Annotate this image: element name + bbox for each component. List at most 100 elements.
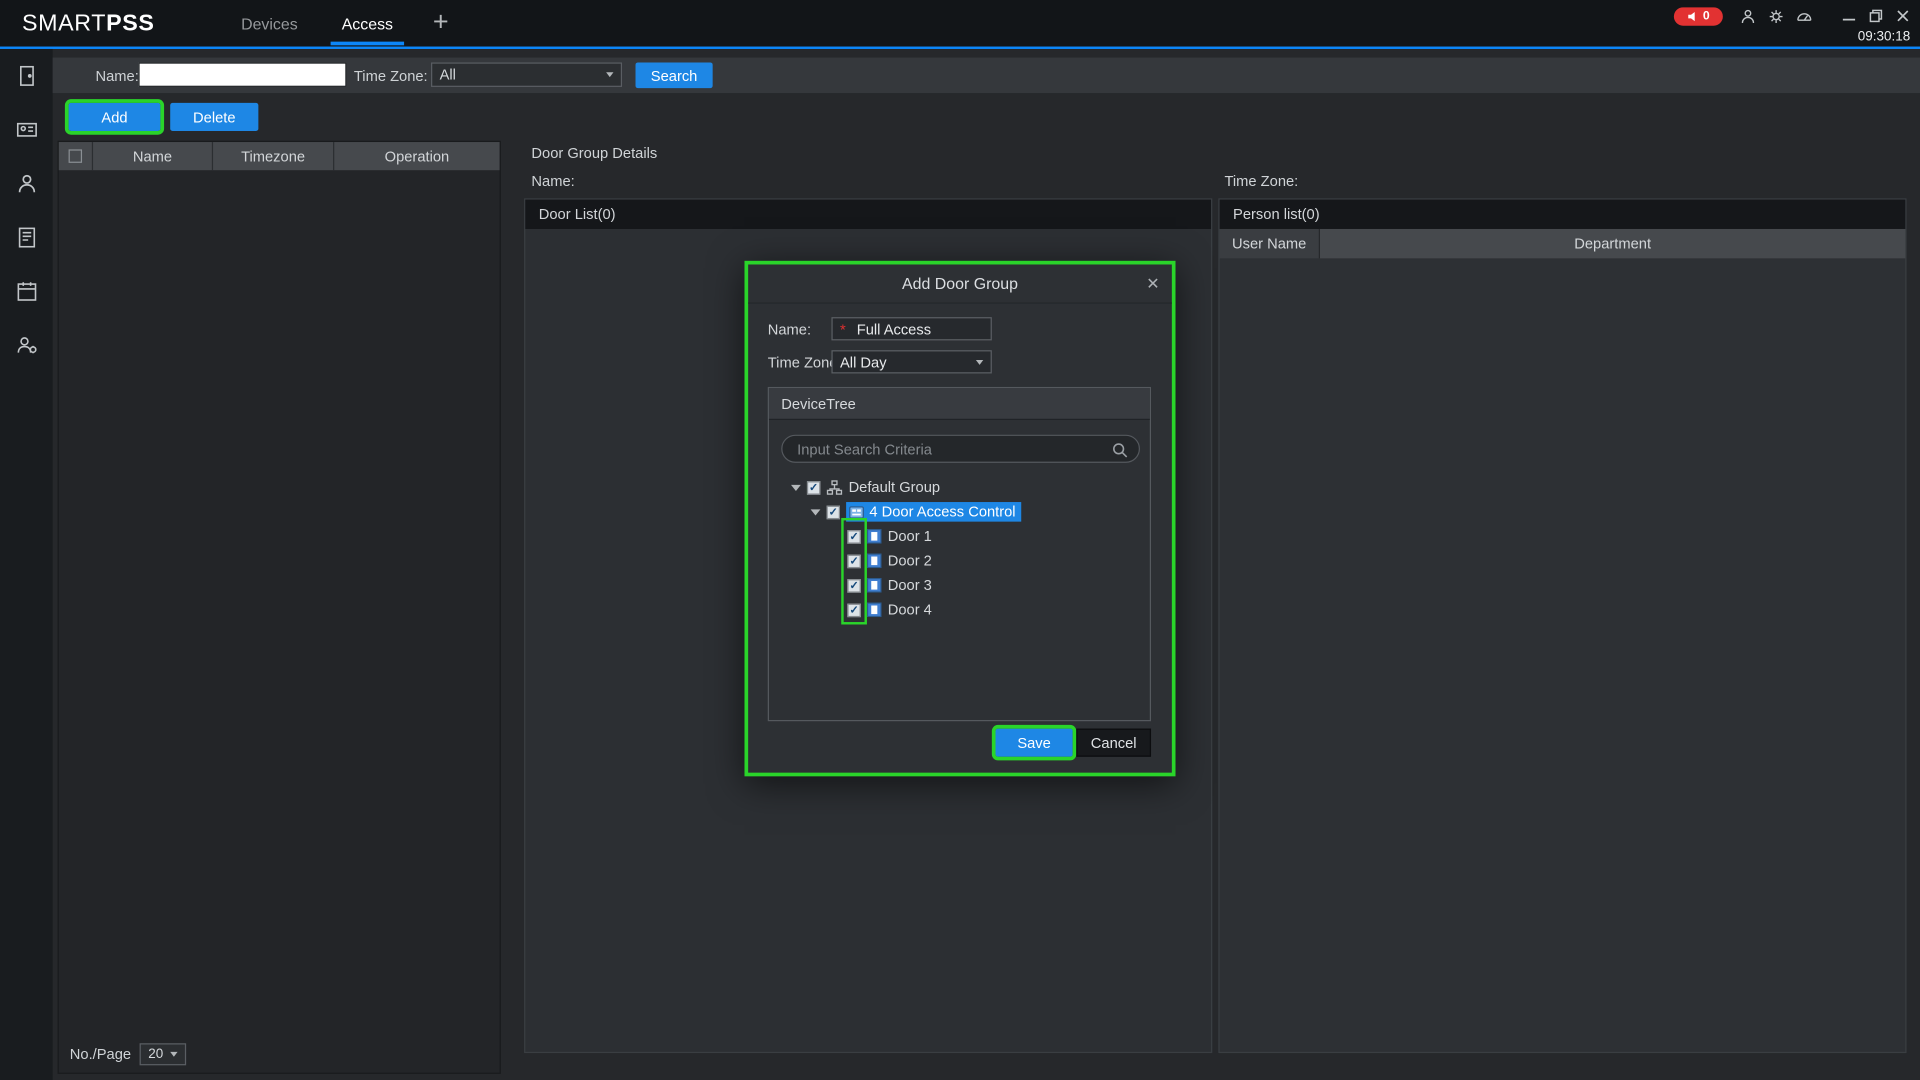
column-header-operation: Operation	[334, 142, 499, 170]
door-checkbox[interactable]	[847, 530, 860, 543]
tree-row-door[interactable]: Door 1	[769, 524, 1150, 548]
save-button[interactable]: Save	[996, 729, 1073, 757]
speaker-icon	[1687, 11, 1698, 22]
dialog-titlebar: Add Door Group ✕	[748, 264, 1172, 303]
tab-devices[interactable]: Devices	[233, 7, 306, 45]
sidebar-item-permission[interactable]	[0, 318, 53, 372]
user-settings-icon	[14, 333, 38, 357]
column-header-username: User Name	[1220, 229, 1320, 258]
delete-button[interactable]: Delete	[170, 103, 258, 131]
column-header-department: Department	[1320, 229, 1905, 258]
tree-door-label[interactable]: Door 2	[888, 552, 932, 569]
person-list-panel: Person list(0) User Name Department	[1218, 198, 1906, 1053]
device-tree-title: DeviceTree	[769, 388, 1150, 420]
org-group-icon	[827, 479, 843, 495]
logo-smart: SMART	[22, 11, 106, 37]
search-button[interactable]: Search	[636, 62, 713, 88]
section-title: Door Group Details	[531, 144, 657, 161]
door-channel-icon	[867, 529, 882, 544]
dialog-timezone-value: All Day	[840, 353, 887, 370]
expand-arrow-icon[interactable]	[791, 484, 801, 490]
door-checkbox[interactable]	[847, 554, 860, 567]
user-icon[interactable]	[1738, 6, 1758, 26]
door-checkbox[interactable]	[847, 603, 860, 616]
tree-row-door[interactable]: Door 4	[769, 598, 1150, 622]
tree-group-label[interactable]: Default Group	[849, 479, 940, 496]
chevron-down-icon	[606, 72, 613, 77]
column-header-name: Name	[93, 142, 213, 170]
id-card-icon	[14, 118, 38, 142]
sidebar-item-log[interactable]	[0, 211, 53, 265]
minimize-button[interactable]	[1839, 6, 1859, 26]
tree-door-label[interactable]: Door 1	[888, 528, 932, 545]
pager-label: No./Page	[70, 1046, 131, 1063]
tree-device-label[interactable]: 4 Door Access Control	[869, 503, 1015, 520]
app-window: SMARTPSS Devices Access + 0 09:30:18	[0, 0, 1920, 1080]
device-checkbox[interactable]	[827, 505, 840, 518]
dialog-close-icon[interactable]: ✕	[1146, 264, 1159, 303]
alarm-badge[interactable]: 0	[1674, 7, 1723, 25]
page-size-select[interactable]: 20	[140, 1043, 187, 1065]
add-tab-button[interactable]: +	[426, 6, 455, 38]
person-icon	[14, 171, 38, 195]
log-icon	[14, 225, 38, 249]
tree-row-door[interactable]: Door 3	[769, 573, 1150, 597]
sidebar	[0, 49, 53, 1080]
sidebar-item-user[interactable]	[0, 157, 53, 211]
cancel-button[interactable]: Cancel	[1076, 729, 1151, 757]
timezone-select-value: All	[440, 66, 456, 83]
filter-bar: Name: Time Zone: All Search	[53, 58, 1920, 94]
logo-pss: PSS	[106, 11, 154, 37]
search-icon	[1111, 441, 1129, 459]
door-channel-icon	[867, 578, 882, 593]
person-list-header: Person list(0)	[1220, 200, 1906, 229]
name-label: Name:	[96, 67, 139, 84]
column-header-timezone: Timezone	[213, 142, 334, 170]
dialog-title: Add Door Group	[902, 274, 1018, 292]
door-channel-icon	[867, 553, 882, 568]
close-button[interactable]	[1893, 6, 1913, 26]
device-tree: Default Group 4 Door Access Control Door…	[769, 475, 1150, 622]
tab-access[interactable]: Access	[331, 7, 404, 45]
dialog-name-label: Name:	[768, 321, 811, 338]
timezone-select[interactable]: All	[431, 62, 622, 86]
tree-row-group[interactable]: Default Group	[769, 475, 1150, 499]
selected-device[interactable]: 4 Door Access Control	[846, 502, 1022, 522]
name-filter-input[interactable]	[138, 62, 346, 86]
tree-search-box	[781, 435, 1140, 463]
performance-gauge-icon[interactable]	[1794, 6, 1814, 26]
tree-row-door[interactable]: Door 2	[769, 549, 1150, 573]
dialog-name-value: Full Access	[857, 320, 931, 337]
maximize-button[interactable]	[1866, 6, 1886, 26]
select-all-cell	[59, 142, 93, 170]
access-controller-icon	[849, 504, 865, 520]
device-tree-panel: DeviceTree Default Group 4 Door	[768, 387, 1151, 721]
door-channel-icon	[867, 602, 882, 617]
chevron-down-icon	[976, 359, 983, 364]
sidebar-item-card[interactable]	[0, 103, 53, 157]
required-asterisk: *	[840, 320, 846, 337]
page-size-value: 20	[148, 1047, 163, 1062]
add-door-group-dialog: Add Door Group ✕ Name: * Full Access Tim…	[744, 261, 1175, 777]
door-checkbox[interactable]	[847, 579, 860, 592]
dialog-name-field[interactable]: * Full Access	[831, 317, 991, 340]
person-timezone-label: Time Zone:	[1224, 173, 1298, 190]
tree-door-label[interactable]: Door 3	[888, 577, 932, 594]
select-all-checkbox[interactable]	[69, 149, 82, 162]
person-table-header: User Name Department	[1220, 229, 1906, 258]
titlebar: SMARTPSS Devices Access + 0 09:30:18	[0, 0, 1920, 49]
app-logo: SMARTPSS	[22, 11, 154, 38]
tree-row-device[interactable]: 4 Door Access Control	[769, 500, 1150, 524]
clock-text: 09:30:18	[1858, 29, 1910, 44]
dialog-timezone-select[interactable]: All Day	[831, 350, 991, 373]
table-header-row: Name Timezone Operation	[59, 142, 500, 170]
pager: No./Page 20	[70, 1043, 186, 1065]
sidebar-item-device[interactable]	[0, 49, 53, 103]
tree-door-label[interactable]: Door 4	[888, 601, 932, 618]
gear-icon[interactable]	[1766, 6, 1786, 26]
tree-search-input[interactable]	[782, 436, 1138, 462]
group-checkbox[interactable]	[807, 481, 820, 494]
add-button[interactable]: Add	[69, 103, 161, 131]
expand-arrow-icon[interactable]	[811, 509, 821, 515]
sidebar-item-schedule[interactable]	[0, 264, 53, 318]
